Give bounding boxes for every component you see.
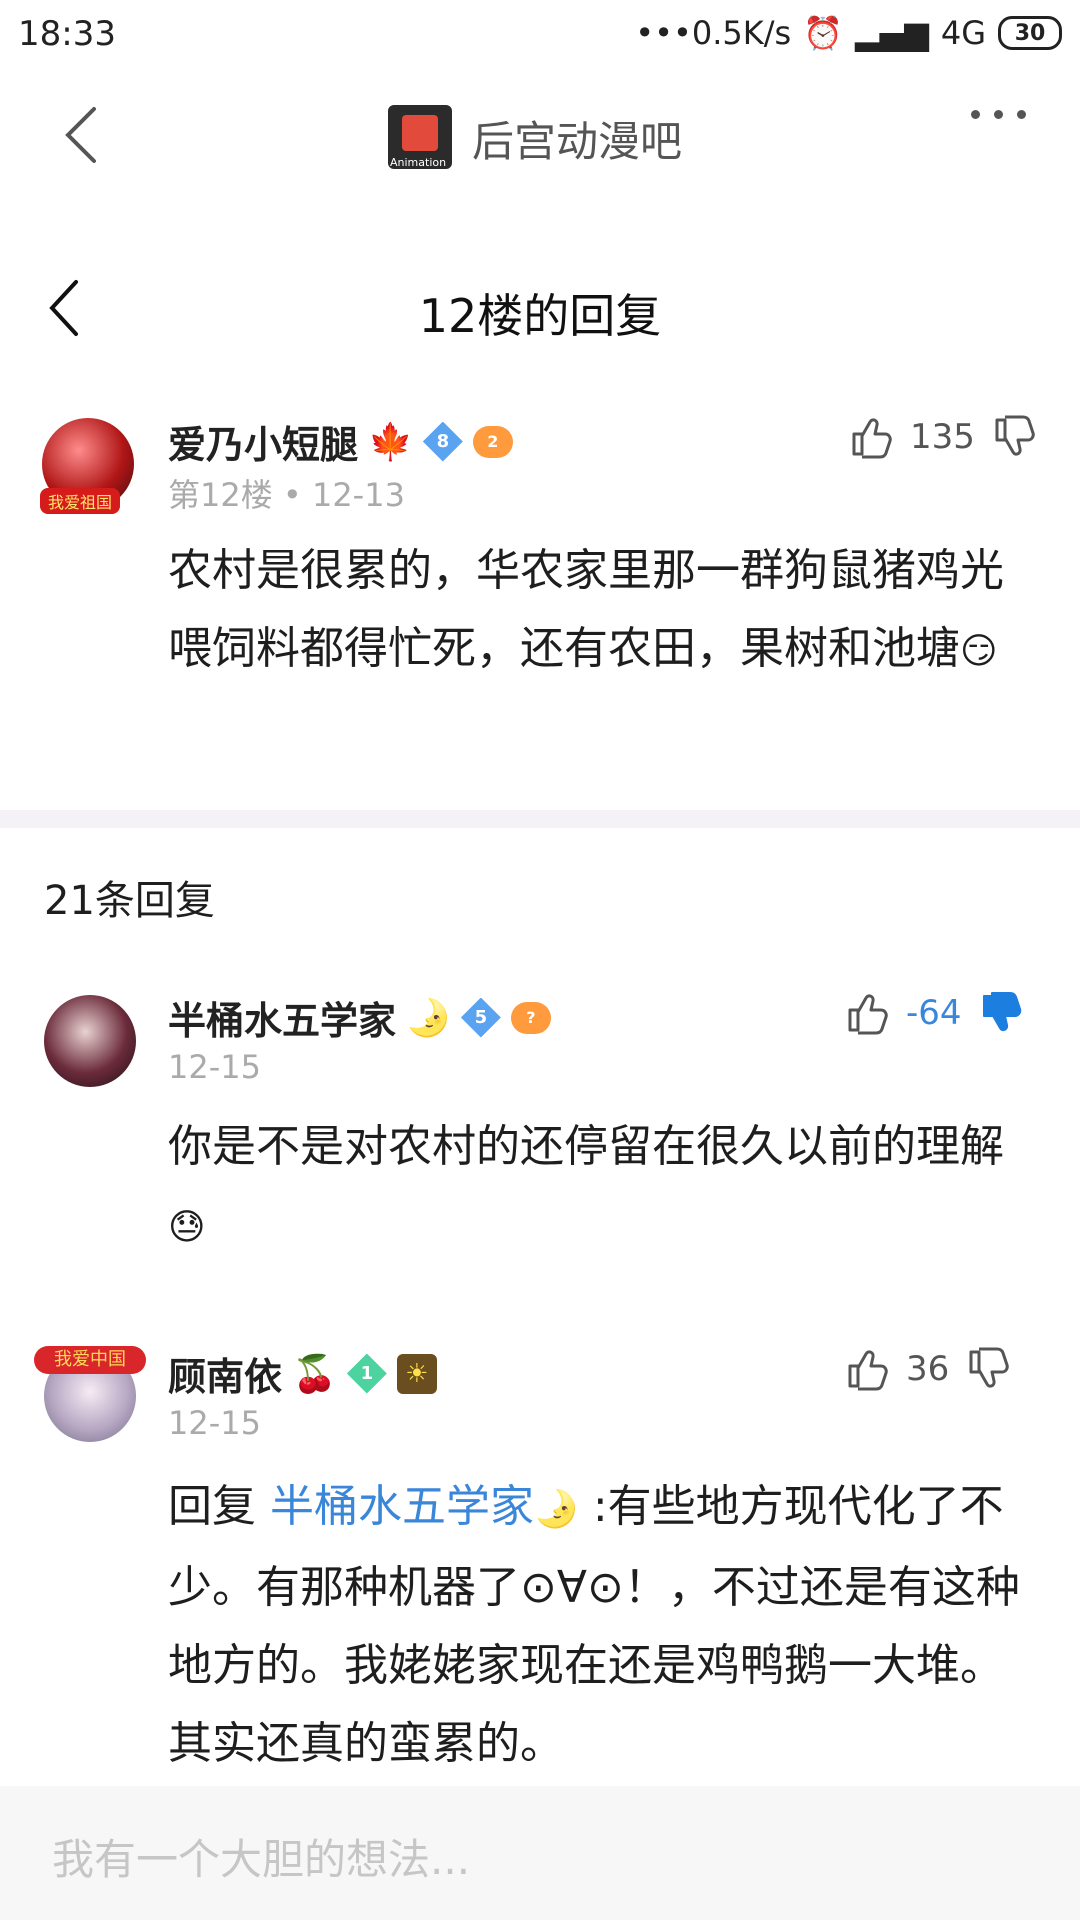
- forum-logo[interactable]: Animation: [388, 105, 452, 169]
- vote-group: 36: [844, 1346, 1011, 1392]
- reply-content: 你是不是对农村的还停留在很久以前的理解 😓: [168, 1108, 1028, 1267]
- reply-content: 回复 半桶水五学家🌛 :有些地方现代化了不少。有那种机器了⊙∀⊙！，不过还是有这…: [168, 1468, 1038, 1783]
- thumbs-up-icon[interactable]: [844, 990, 890, 1036]
- avatar-banner: 我爱中国: [34, 1346, 146, 1374]
- signal-icon: ▂▄▆: [855, 14, 929, 52]
- main-post-username-row: 爱乃小短腿 🍁 8 2: [168, 414, 513, 469]
- page-title: 12楼的回复: [418, 289, 662, 343]
- level-number: 1: [360, 1363, 374, 1384]
- moon-icon: 🌛: [406, 997, 451, 1039]
- thumbs-down-filled-icon[interactable]: [978, 990, 1024, 1036]
- cherry-icon: 🍒: [292, 1353, 337, 1395]
- post-text: 农村是很累的，华农家里那一群狗鼠猪鸡光喂饲料都得忙死，还有农田，果树和池塘: [168, 545, 1004, 674]
- alarm-icon: ⏰: [803, 14, 844, 52]
- network-speed: •••0.5K/s: [635, 14, 792, 52]
- level-badge: 5: [460, 997, 501, 1038]
- level-badge: 8: [422, 421, 463, 462]
- battery-level: 30: [1014, 20, 1046, 46]
- reply-prefix: 回复: [168, 1481, 256, 1532]
- forum-title[interactable]: 后宫动漫吧: [472, 108, 682, 169]
- post-meta: 第12楼 • 12-13: [168, 470, 405, 516]
- thumbs-up-icon[interactable]: [848, 414, 894, 460]
- replies-count: 21条回复: [44, 878, 215, 924]
- game-badge: 2: [472, 425, 513, 458]
- vote-group: 135: [848, 414, 1037, 460]
- status-time: 18:33: [18, 14, 116, 54]
- level-number: 5: [474, 1007, 488, 1028]
- back-icon[interactable]: [60, 105, 104, 165]
- thumbs-down-icon[interactable]: [965, 1346, 1011, 1392]
- username[interactable]: 爱乃小短腿: [168, 414, 358, 469]
- post-date: 12-13: [311, 476, 405, 514]
- maple-leaf-icon: 🍁: [368, 421, 413, 463]
- post-content: 农村是很累的，华农家里那一群狗鼠猪鸡光喂饲料都得忙死，还有农田，果树和池塘😏: [168, 532, 1028, 691]
- comment-input[interactable]: 我有一个大胆的想法...: [52, 1826, 470, 1887]
- logo-text: Animation: [390, 156, 447, 169]
- battery-icon: 30: [998, 16, 1062, 50]
- logo-mark: [402, 115, 438, 151]
- game-badge-number: 2: [487, 432, 499, 451]
- username[interactable]: 半桶水五学家: [168, 990, 396, 1045]
- thumbs-down-icon[interactable]: [991, 414, 1037, 460]
- game-badge-number: ?: [526, 1008, 536, 1027]
- moon-icon: 🌛: [534, 1489, 579, 1530]
- reply-username-row: 半桶水五学家 🌛 5 ?: [168, 990, 551, 1045]
- like-count: -64: [906, 993, 962, 1033]
- reply-text: 你是不是对农村的还停留在很久以前的理解: [168, 1121, 1004, 1172]
- username[interactable]: 顾南依: [168, 1346, 282, 1401]
- thumbs-up-icon[interactable]: [844, 1346, 890, 1392]
- avatar[interactable]: [44, 995, 136, 1087]
- meta-separator: •: [282, 476, 312, 514]
- reply-date: 12-15: [168, 1404, 261, 1442]
- smirk-emoji: 😏: [960, 631, 998, 672]
- vote-group: -64: [844, 990, 1024, 1036]
- reply-to-user-link[interactable]: 半桶水五学家: [270, 1481, 534, 1532]
- game-badge: ?: [510, 1001, 551, 1034]
- floor-label: 第12楼: [168, 476, 273, 514]
- level-badge: 1: [346, 1353, 387, 1394]
- like-count: 36: [906, 1349, 950, 1389]
- network-type: 4G: [940, 14, 986, 52]
- sun-badge-icon: ☀: [396, 1353, 437, 1394]
- avatar-badge: 我爱祖国: [40, 488, 121, 514]
- level-number: 8: [436, 431, 450, 452]
- sweat-emoji: 😓: [168, 1207, 206, 1248]
- section-divider: [0, 810, 1080, 828]
- like-count: 135: [910, 417, 975, 457]
- reply-date: 12-15: [168, 1048, 261, 1086]
- more-options-icon[interactable]: [971, 110, 1026, 119]
- sun-badge-glyph: ☀: [405, 1358, 429, 1389]
- reply-username-row: 顾南依 🍒 1 ☀: [168, 1346, 437, 1401]
- status-indicators: •••0.5K/s ⏰ ▂▄▆ 4G 30: [635, 14, 1062, 52]
